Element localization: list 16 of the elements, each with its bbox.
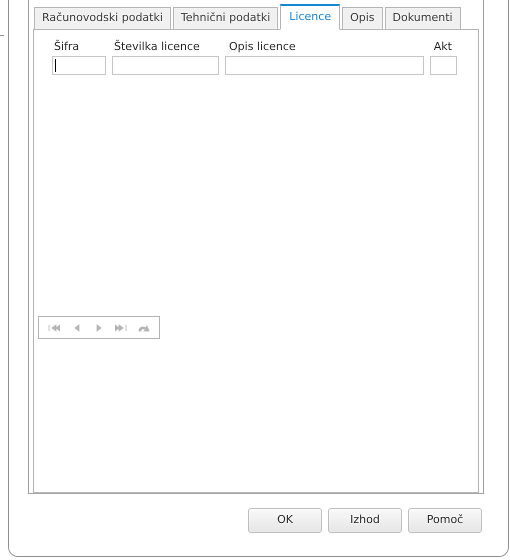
tab[interactable]: Licence: [280, 4, 340, 30]
column-header: Številka licence: [113, 39, 201, 54]
input-field[interactable]: [225, 56, 424, 75]
column-header: Šifra: [53, 39, 80, 54]
dialog-button[interactable]: Izhod: [328, 508, 402, 533]
tab[interactable]: Tehnični podatki: [172, 7, 278, 30]
tab[interactable]: Opis: [342, 7, 383, 30]
column-header: Opis licence: [228, 39, 297, 54]
input-field[interactable]: [52, 56, 106, 75]
tab[interactable]: Računovodski podatki: [34, 7, 171, 30]
input-field[interactable]: [430, 56, 457, 75]
dialog-button[interactable]: Pomoč: [408, 508, 482, 533]
column-header: Akt: [434, 39, 453, 54]
input-field[interactable]: [112, 56, 219, 75]
dialog-button[interactable]: OK: [248, 508, 322, 533]
tab[interactable]: Dokumenti: [384, 7, 461, 30]
